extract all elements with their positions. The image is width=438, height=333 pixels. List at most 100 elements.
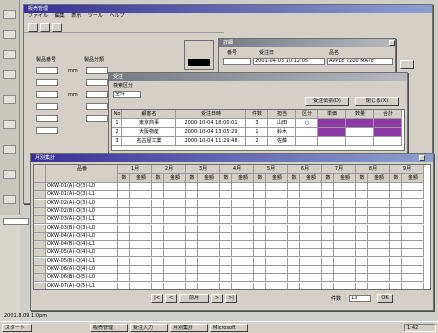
qty-cell[interactable] [220,216,232,225]
row-selector[interactable] [34,249,46,258]
detail-name-field[interactable]: APPLE 7200 MATE [327,58,393,65]
qty-cell[interactable] [390,216,402,225]
amount-cell[interactable] [232,274,254,283]
amount-cell[interactable] [368,199,390,208]
amount-cell[interactable] [164,266,186,274]
toolbar-button-8[interactable] [3,170,16,179]
amount-cell[interactable] [232,241,254,250]
toolbar-button-2[interactable] [3,30,16,39]
input-b1[interactable] [86,67,108,74]
item-code-cell[interactable]: OKW-02(B)-Q(3)-L0 [46,207,118,216]
orders-filter-select[interactable]: 全件 [113,91,141,98]
qty-cell[interactable] [322,282,334,289]
amount-cell[interactable] [130,199,152,208]
qty-cell[interactable] [220,257,232,266]
amount-cell[interactable] [130,207,152,216]
qty-cell[interactable] [254,183,266,191]
qty-cell[interactable] [288,199,300,208]
amount-cell[interactable] [368,257,390,266]
item-code-cell[interactable]: OKW-06(A)-Q(4)-L0 [46,266,118,274]
amount-cell[interactable] [164,241,186,250]
qty-cell[interactable] [356,199,368,208]
amount-cell[interactable] [232,249,254,258]
qty-cell[interactable] [152,207,164,216]
qty-cell[interactable] [118,199,130,208]
amount-cell[interactable] [130,274,152,283]
qty-cell[interactable] [390,207,402,216]
amount-cell[interactable] [368,183,390,191]
amount-cell[interactable] [334,216,356,225]
amount-cell[interactable] [300,224,322,233]
orders-cell[interactable]: 3 [246,119,268,128]
row-selector[interactable] [34,199,46,208]
amount-cell[interactable] [198,257,220,266]
qty-cell[interactable] [288,241,300,250]
detail-number-field[interactable] [223,58,251,65]
orders-cell[interactable]: 2000-10-04 18:00:01 [176,119,246,128]
grid-close-button[interactable] [419,155,425,161]
qty-cell[interactable] [288,207,300,216]
qty-cell[interactable] [356,282,368,289]
amount-cell[interactable] [130,183,152,191]
input-a4[interactable] [36,103,58,110]
qty-cell[interactable] [186,266,198,274]
qty-cell[interactable] [254,241,266,250]
item-code-cell[interactable]: OKW-01(A)-Q(3)-L1 [46,191,118,200]
qty-cell[interactable] [254,257,266,266]
amount-cell[interactable] [198,207,220,216]
amount-cell[interactable] [368,274,390,283]
qty-cell[interactable] [152,249,164,258]
qty-cell[interactable] [186,241,198,250]
amount-cell[interactable] [130,282,152,289]
amount-cell[interactable] [266,232,288,241]
qty-cell[interactable] [288,232,300,241]
amount-cell[interactable] [130,249,152,258]
amount-cell[interactable] [334,266,356,274]
orders-cell[interactable]: 3 [112,137,122,146]
qty-cell[interactable] [356,216,368,225]
item-code-cell[interactable]: OKW-07(A)-Q(5)-L1 [46,282,118,289]
qty-cell[interactable] [152,199,164,208]
qty-cell[interactable] [152,232,164,241]
amount-cell[interactable] [164,249,186,258]
amount-cell[interactable] [198,241,220,250]
qty-cell[interactable] [356,191,368,200]
item-code-cell[interactable]: OKW-03(A)-Q(3)-L1 [46,216,118,225]
amount-cell[interactable] [130,216,152,225]
toolbar-new-button[interactable] [28,23,38,32]
orders-cell[interactable]: 鈴木 [268,128,296,137]
amount-cell[interactable] [402,232,424,241]
orders-cell[interactable] [374,137,402,146]
amount-cell[interactable] [368,224,390,233]
qty-cell[interactable] [356,224,368,233]
qty-cell[interactable] [288,216,300,225]
toolbar-button-5[interactable] [3,95,16,104]
item-code-cell[interactable]: OKW-03(B)-Q(3)-L0 [46,224,118,233]
orders-cell[interactable] [374,128,402,137]
amount-cell[interactable] [368,191,390,200]
amount-cell[interactable] [266,241,288,250]
qty-cell[interactable] [288,257,300,266]
row-selector[interactable] [34,232,46,241]
item-code-cell[interactable]: OKW-04(A)-Q(4)-L0 [46,232,118,241]
qty-cell[interactable] [390,266,402,274]
qty-cell[interactable] [118,282,130,289]
qty-cell[interactable] [390,224,402,233]
amount-cell[interactable] [300,216,322,225]
amount-cell[interactable] [266,266,288,274]
amount-cell[interactable] [164,282,186,289]
amount-cell[interactable] [402,282,424,289]
qty-cell[interactable] [288,191,300,200]
amount-cell[interactable] [300,282,322,289]
amount-cell[interactable] [368,266,390,274]
menu-edit[interactable]: 編集 [55,13,65,19]
amount-cell[interactable] [164,224,186,233]
toolbar-button-3[interactable] [3,50,16,59]
amount-cell[interactable] [232,183,254,191]
qty-cell[interactable] [152,191,164,200]
amount-cell[interactable] [402,257,424,266]
amount-cell[interactable] [198,274,220,283]
qty-cell[interactable] [322,191,334,200]
toolbar-button-9[interactable] [3,195,16,204]
amount-cell[interactable] [198,216,220,225]
